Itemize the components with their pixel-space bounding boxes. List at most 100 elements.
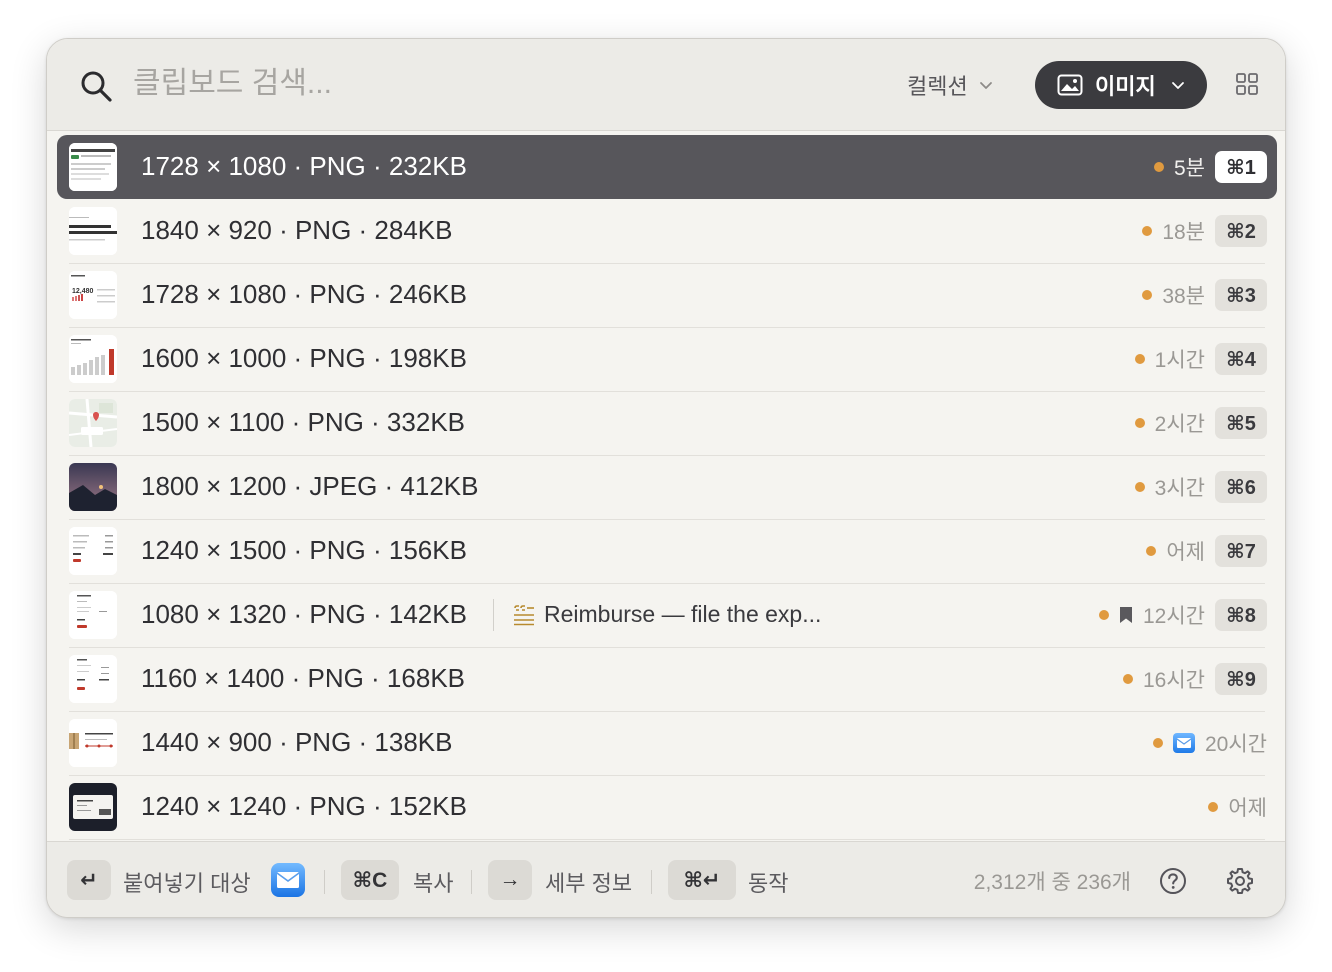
details-label: 세부 정보	[545, 871, 633, 896]
item-title: 1240 × 1500 · PNG · 156KB	[141, 535, 467, 565]
status-dot	[1099, 610, 1109, 620]
mail-icon	[1173, 733, 1195, 753]
image-thumbnail	[69, 463, 117, 511]
item-time: 16시간	[1143, 669, 1205, 692]
item-time: 어제	[1228, 797, 1267, 820]
shortcut-badge: ⌘5	[1215, 407, 1267, 439]
status-dot	[1134, 418, 1145, 428]
item-meta: 38분 ⌘3	[1142, 276, 1267, 314]
chevron-down-icon	[1171, 82, 1184, 89]
search-input[interactable]	[133, 61, 773, 107]
image-thumbnail	[69, 655, 117, 703]
item-title: 1240 × 1240 · PNG · 152KB	[141, 791, 467, 821]
image-thumbnail	[69, 143, 117, 191]
footer-bar: ↵ 붙여넣기 대상 ⌘C 복사 → 세부 정보 ⌘↵ 동작 2,312개 중 2…	[47, 841, 1285, 917]
status-dot	[1154, 162, 1164, 172]
item-title: 1728 × 1080 · PNG · 246KB	[141, 279, 467, 309]
item-meta: 어제 ⌘7	[1146, 532, 1267, 570]
item-title: 1440 × 900 · PNG · 138KB	[141, 727, 453, 757]
item-meta: 12시간 ⌘8	[1099, 596, 1267, 634]
shortcut-badge: ⌘6	[1215, 471, 1267, 503]
list-item[interactable]: 1800 × 1200 · JPEG · 412KB 3시간 ⌘6	[57, 455, 1277, 520]
item-meta: 16시간 ⌘9	[1123, 660, 1267, 698]
actions-key[interactable]: ⌘↵	[668, 860, 736, 900]
bookmark-icon	[1120, 607, 1132, 623]
result-count: 2,312개 중 236개	[973, 871, 1131, 894]
list-item[interactable]: 1240 × 1240 · PNG · 152KB 어제	[57, 775, 1277, 840]
item-time: 18분	[1162, 221, 1205, 244]
list-item[interactable]: 1840 × 920 · PNG · 284KB 18분 ⌘2	[57, 199, 1277, 264]
mail-icon	[271, 863, 305, 897]
thumbnail-label: 12,480	[72, 288, 94, 295]
item-meta: 3시간 ⌘6	[1134, 468, 1267, 506]
shortcut-badge: ⌘7	[1215, 535, 1267, 567]
shortcut-badge: ⌘4	[1215, 343, 1267, 375]
collection-dropdown[interactable]: 컬렉션	[907, 65, 994, 105]
image-thumbnail: 12,480	[69, 271, 117, 319]
footer-divider	[651, 870, 652, 894]
item-title: 1500 × 1100 · PNG · 332KB	[141, 407, 465, 437]
image-thumbnail	[69, 335, 117, 383]
note-icon	[514, 605, 534, 626]
paste-label: 붙여넣기 대상	[123, 871, 251, 896]
status-dot	[1134, 354, 1145, 364]
shortcut-badge: ⌘3	[1215, 279, 1267, 311]
image-thumbnail	[69, 207, 117, 255]
footer-divider	[471, 870, 472, 894]
copy-label: 복사	[413, 871, 454, 896]
help-icon[interactable]	[1159, 867, 1187, 895]
item-title: 1840 × 920 · PNG · 284KB	[141, 215, 453, 245]
status-dot	[1142, 226, 1153, 236]
divider	[69, 839, 1265, 840]
gear-icon[interactable]	[1225, 866, 1255, 896]
status-dot	[1134, 482, 1145, 492]
header: 컬렉션 이미지	[47, 39, 1285, 131]
list-item[interactable]: 1600 × 1000 · PNG · 198KB 1시간 ⌘4	[57, 327, 1277, 392]
filter-label: 이미지	[1095, 74, 1156, 99]
status-dot	[1146, 546, 1157, 556]
list-item[interactable]: 12,480 1728 × 1080 · PNG · 246KB 38분 ⌘3	[57, 263, 1277, 328]
item-time: 5분	[1174, 157, 1205, 180]
item-note: Reimburse — file the exp...	[544, 601, 822, 627]
item-time: 2시간	[1154, 413, 1205, 436]
shortcut-badge: ⌘2	[1215, 215, 1267, 247]
image-thumbnail	[69, 719, 117, 767]
item-time: 12시간	[1143, 605, 1205, 628]
item-meta: 20시간	[1153, 724, 1267, 762]
chevron-down-icon	[979, 82, 992, 89]
list-item[interactable]: 1160 × 1400 · PNG · 168KB 16시간 ⌘9	[57, 647, 1277, 712]
paste-key[interactable]: ↵	[67, 860, 111, 900]
list-item[interactable]: 1500 × 1100 · PNG · 332KB 2시간 ⌘5	[57, 391, 1277, 456]
item-meta: 1시간 ⌘4	[1134, 340, 1267, 378]
image-thumbnail	[69, 591, 117, 639]
list-item[interactable]: 1080 × 1320 · PNG · 142KB Reimburse — fi…	[57, 583, 1277, 648]
item-meta: 어제	[1208, 788, 1267, 826]
type-filter-dropdown[interactable]: 이미지	[1035, 61, 1207, 109]
status-dot	[1208, 802, 1219, 812]
list-item[interactable]: 1240 × 1500 · PNG · 156KB 어제 ⌘7	[57, 519, 1277, 584]
item-title: 1728 × 1080 · PNG · 232KB	[141, 151, 467, 181]
copy-key[interactable]: ⌘C	[341, 860, 399, 900]
grid-icon[interactable]	[1235, 72, 1259, 96]
search-icon	[81, 71, 112, 102]
item-time: 20시간	[1205, 733, 1267, 756]
list-item[interactable]: 1728 × 1080 · PNG · 232KB 5분 ⌘1	[57, 135, 1277, 199]
image-thumbnail	[69, 527, 117, 575]
item-time: 어제	[1166, 541, 1205, 564]
image-thumbnail	[69, 783, 117, 831]
status-dot	[1153, 738, 1163, 748]
status-dot	[1123, 674, 1133, 684]
shortcut-badge: ⌘9	[1215, 663, 1267, 695]
list-item[interactable]: 1440 × 900 · PNG · 138KB 20시간	[57, 711, 1277, 776]
collection-label: 컬렉션	[907, 74, 968, 99]
item-time: 1시간	[1154, 349, 1205, 372]
status-dot	[1142, 290, 1153, 300]
actions-label: 동작	[748, 871, 789, 896]
note-divider	[493, 599, 494, 631]
item-time: 38분	[1162, 285, 1205, 308]
item-title: 1160 × 1400 · PNG · 168KB	[141, 663, 465, 693]
details-key[interactable]: →	[488, 860, 532, 900]
image-thumbnail	[69, 399, 117, 447]
clipboard-window: 컬렉션 이미지 1728 × 1080 · PNG · 232KB	[46, 38, 1286, 918]
item-meta: 18분 ⌘2	[1142, 212, 1267, 250]
